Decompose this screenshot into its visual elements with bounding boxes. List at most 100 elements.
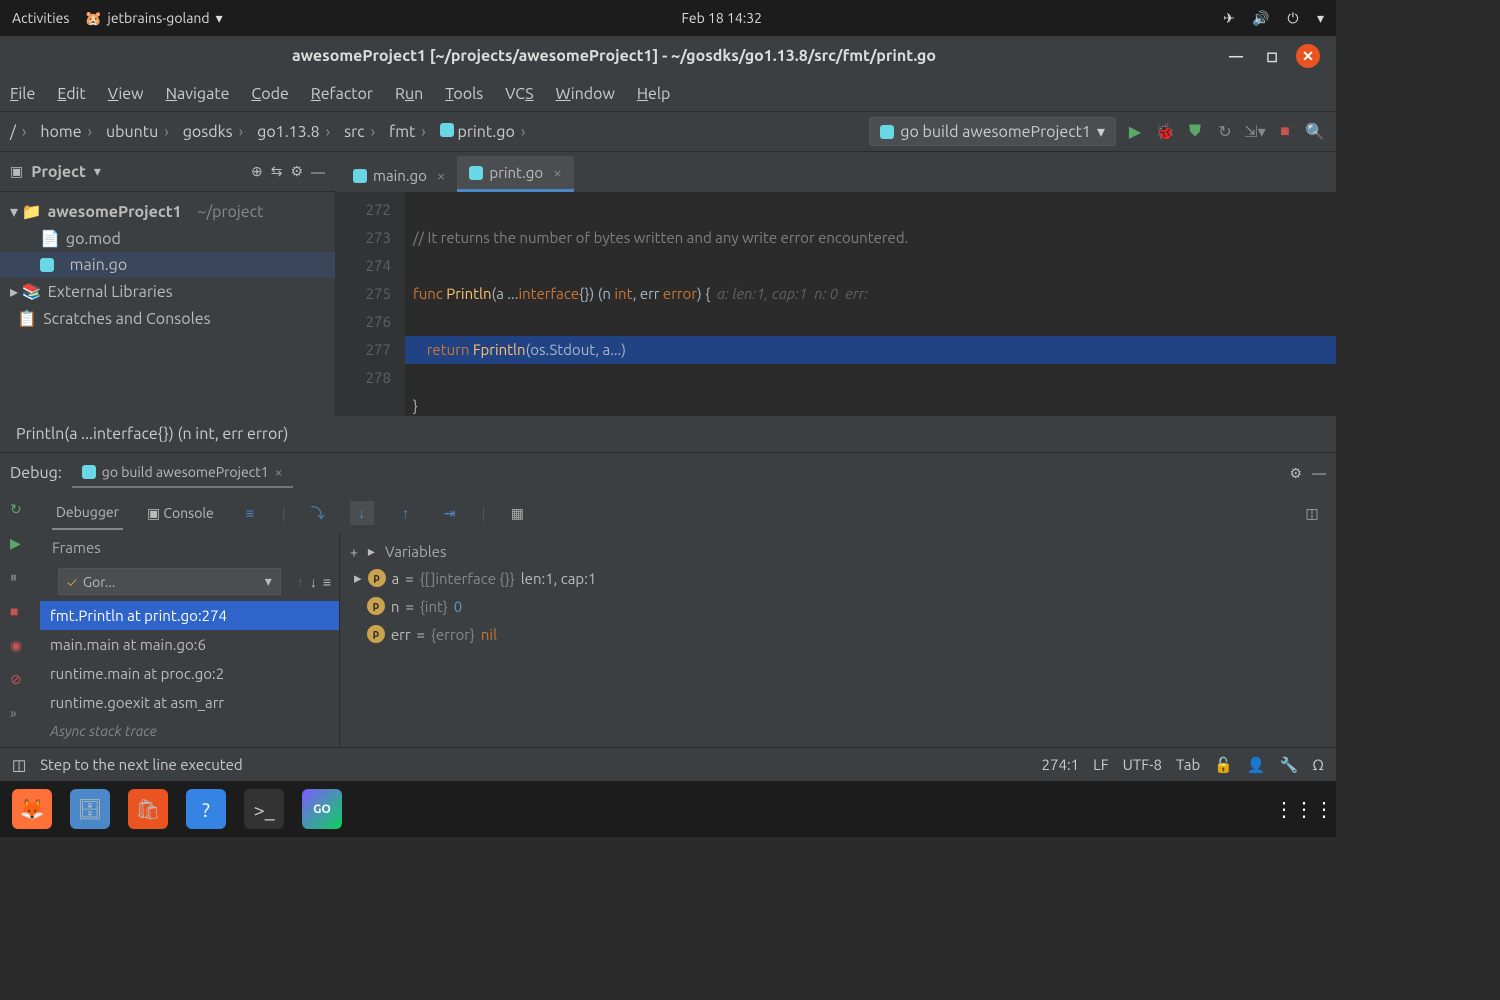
menu-vcs[interactable]: VCS (505, 85, 533, 103)
volume-icon[interactable]: 🔊 (1253, 10, 1269, 26)
function-crumb[interactable]: Println(a ...interface{}) (n int, err er… (16, 425, 288, 443)
variable-row[interactable]: p n = {int} 0 (350, 592, 1326, 620)
crumb-root[interactable]: / (10, 123, 32, 141)
apps-grid-icon[interactable]: ⋮⋮⋮ (1284, 789, 1324, 829)
stop-button[interactable]: ■ (10, 603, 30, 623)
step-into-button[interactable]: ↓ (350, 501, 374, 525)
frame-row[interactable]: main.main at main.go:6 (40, 630, 339, 659)
chevron-down-icon[interactable]: ▾ (94, 163, 101, 180)
firefox-icon[interactable]: 🦊 (12, 789, 52, 829)
hide-icon[interactable]: — (1312, 465, 1326, 481)
crumb[interactable]: go1.13.8 (257, 123, 336, 141)
profile-button[interactable]: ↻ (1214, 121, 1236, 143)
frame-row[interactable]: runtime.main at proc.go:2 (40, 659, 339, 688)
help-icon[interactable]: ? (186, 789, 226, 829)
tree-extlib[interactable]: ▸ 📚 External Libraries (0, 278, 335, 305)
crumb[interactable]: src (344, 123, 381, 141)
menu-tools[interactable]: Tools (445, 85, 483, 103)
readonly-icon[interactable]: 🔓 (1214, 756, 1233, 774)
close-tab-icon[interactable]: × (437, 167, 445, 184)
maximize-button[interactable]: ◻ (1260, 44, 1284, 68)
pause-button[interactable]: ⏸ (10, 569, 30, 589)
caret-position[interactable]: 274:1 (1042, 756, 1080, 773)
close-tab-icon[interactable]: × (553, 164, 561, 181)
code-area[interactable]: 272273274275276277278 // It returns the … (335, 192, 1336, 416)
indent-setting[interactable]: Tab (1176, 756, 1200, 773)
next-frame-icon[interactable]: ↓ (310, 574, 317, 590)
crumb-file[interactable]: print.go (440, 123, 532, 141)
attach-button[interactable]: ⇲▾ (1244, 121, 1266, 143)
frames-menu-icon[interactable]: ≡ (323, 574, 331, 590)
layout-icon[interactable]: ◫ (1300, 501, 1324, 525)
gear-icon[interactable]: ⚙ (1289, 465, 1302, 482)
rerun-button[interactable]: ↻ (10, 501, 30, 521)
menu-file[interactable]: File (10, 85, 35, 103)
file-encoding[interactable]: UTF-8 (1123, 756, 1162, 773)
prev-frame-icon[interactable]: ↑ (297, 574, 304, 590)
resume-button[interactable]: ▶ (10, 535, 30, 555)
crumb[interactable]: gosdks (183, 123, 249, 141)
line-separator[interactable]: LF (1093, 756, 1109, 773)
power-icon[interactable]: ⏻ (1285, 10, 1301, 26)
files-icon[interactable]: 🗄 (70, 789, 110, 829)
menu-navigate[interactable]: Navigate (166, 85, 230, 103)
crumb[interactable]: home (40, 123, 98, 141)
hide-icon[interactable]: — (311, 164, 325, 180)
menu-window[interactable]: Window (556, 85, 615, 103)
tree-file[interactable]: main.go (0, 252, 335, 278)
close-tab-icon[interactable]: × (275, 464, 283, 480)
collapse-icon[interactable]: ⇆ (271, 163, 283, 180)
activities-button[interactable]: Activities (12, 10, 69, 26)
step-out-button[interactable]: ↑ (394, 501, 418, 525)
crumb[interactable]: ubuntu (106, 123, 175, 141)
editor-tab[interactable]: main.go× (341, 159, 457, 192)
gear-icon[interactable]: ⚙ (290, 163, 303, 180)
menu-help[interactable]: Help (637, 85, 671, 103)
editor-tab[interactable]: print.go× (457, 156, 573, 192)
debugger-tab[interactable]: Debugger (52, 496, 123, 530)
menu-refactor[interactable]: Refactor (311, 85, 373, 103)
airplane-icon[interactable]: ✈ (1221, 10, 1237, 26)
project-panel-label[interactable]: Project (31, 163, 86, 181)
coverage-button[interactable]: ⛊ (1184, 121, 1206, 143)
step-over-button[interactable]: ⤵ (306, 501, 330, 525)
menu-code[interactable]: Code (251, 85, 288, 103)
clock[interactable]: Feb 18 14:32 (223, 10, 1221, 26)
software-icon[interactable]: 🛍 (128, 789, 168, 829)
mute-breakpoints-button[interactable]: ⊘ (10, 671, 30, 691)
more-button[interactable]: » (10, 705, 30, 725)
view-breakpoints-button[interactable]: ◉ (10, 637, 30, 657)
crumb[interactable]: fmt (389, 123, 432, 141)
stop-button[interactable]: ■ (1274, 121, 1296, 143)
code-text[interactable]: // It returns the number of bytes writte… (405, 192, 1336, 416)
project-view-icon[interactable]: ▣ (10, 163, 23, 180)
goroutine-selector[interactable]: ✓ Gor... ▾ (58, 568, 281, 595)
tree-scratches[interactable]: 📋 Scratches and Consoles (0, 305, 335, 332)
minimize-button[interactable]: — (1224, 44, 1248, 68)
tool-window-icon[interactable]: ◫ (12, 756, 26, 774)
frame-row[interactable]: fmt.Println at print.go:274 (40, 601, 339, 630)
menu-view[interactable]: View (108, 85, 144, 103)
locate-icon[interactable]: ⊕ (251, 163, 263, 180)
run-config-selector[interactable]: go build awesomeProject1 ▾ (869, 117, 1116, 146)
tree-root[interactable]: ▾ 📁 awesomeProject1 ~/project (0, 198, 335, 225)
variable-row[interactable]: p err = {error} nil (350, 620, 1326, 648)
console-tab[interactable]: ▣ Console (143, 497, 218, 530)
run-button[interactable]: ▶ (1124, 121, 1146, 143)
debug-button[interactable]: 🐞 (1154, 121, 1176, 143)
inspections-icon[interactable]: 👤 (1247, 756, 1266, 774)
tree-file[interactable]: 📄 go.mod (0, 225, 335, 252)
run-to-cursor-button[interactable]: ⇥ (438, 501, 462, 525)
debug-config-tab[interactable]: go build awesomeProject1 × (72, 458, 293, 488)
variable-row[interactable]: ▸ p a = {[]interface {}} len:1, cap:1 (350, 564, 1326, 592)
chevron-down-icon[interactable]: ▾ (1317, 10, 1324, 27)
ide-errors-icon[interactable]: Ω (1312, 756, 1324, 773)
memory-icon[interactable]: 🔧 (1280, 756, 1299, 774)
evaluate-button[interactable]: ▦ (505, 501, 529, 525)
search-icon[interactable]: 🔍 (1304, 121, 1326, 143)
goland-app-icon[interactable]: GO (302, 789, 342, 829)
close-button[interactable]: ✕ (1296, 44, 1320, 68)
terminal-icon[interactable]: >_ (244, 789, 284, 829)
frame-row[interactable]: runtime.goexit at asm_arr (40, 688, 339, 717)
menu-run[interactable]: Run (395, 85, 423, 103)
